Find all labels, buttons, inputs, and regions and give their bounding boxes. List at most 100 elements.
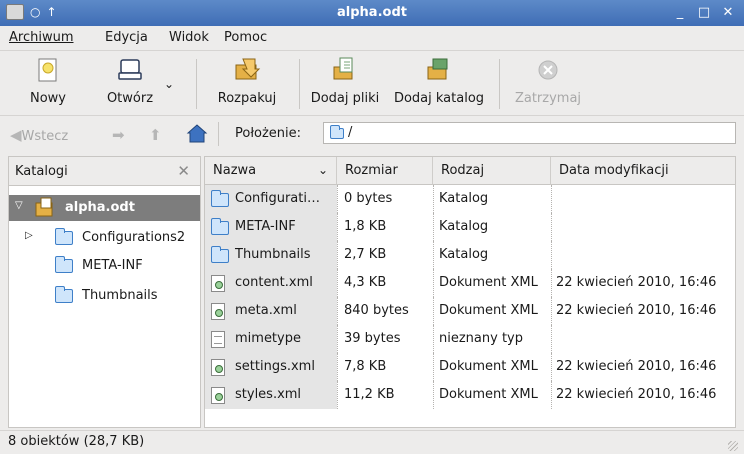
open-recent-dropdown[interactable]: ⌄ [160,57,180,115]
folder-icon [211,218,229,235]
column-divider [551,297,552,325]
table-row[interactable]: meta.xml 840 bytes Dokument XML 22 kwiecień… [205,297,735,325]
file-name: styles.xml [235,387,302,402]
new-button[interactable]: Nowy [18,57,78,115]
minimize-button[interactable]: _ [672,4,688,22]
back-label: Wstecz [21,129,69,144]
menu-archive[interactable]: Archiwum [9,30,74,45]
extract-button[interactable]: Rozpakuj [209,57,285,115]
new-archive-icon [38,58,57,82]
location-path-field[interactable]: / [323,122,736,144]
file-name: META-INF [235,219,296,234]
open-button[interactable]: Otwórz [100,57,160,115]
column-divider [433,297,434,325]
status-bar: 8 obiektów (28,7 KB) [0,430,744,454]
column-divider [337,353,338,381]
column-divider [551,353,552,381]
folder-icon [55,228,73,245]
home-icon [186,124,208,143]
open-archive-icon [118,59,142,80]
file-type: Dokument XML [439,275,538,290]
column-divider [433,269,434,297]
window-controls: _ □ ✕ [672,4,736,22]
column-divider [433,185,434,213]
table-row[interactable]: Configurati… 0 bytes Katalog [205,185,735,213]
column-header-size[interactable]: Rozmiar [337,157,433,185]
add-folder-button[interactable]: Dodaj katalog [389,57,489,115]
file-size: 4,3 KB [344,275,387,290]
tree-item-label: Configurations2 [82,230,186,245]
column-divider [433,213,434,241]
sort-descending-icon: ⌄ [317,163,328,177]
tree-item-meta-inf[interactable]: META-INF [9,253,200,279]
close-panel-icon[interactable]: ✕ [177,162,190,180]
xml-file-icon [211,359,225,376]
table-row[interactable]: mimetype 39 bytes nieznany typ [205,325,735,353]
stop-button[interactable]: Zatrzymaj [507,57,589,115]
folder-icon [211,246,229,263]
toolbar-separator [299,59,300,109]
column-header-name[interactable]: Nazwa ⌄ [205,157,337,185]
folders-panel-title: Katalogi [15,164,68,179]
column-header-label: Nazwa [213,163,257,178]
location-label: Położenie: [235,126,302,141]
resize-grip[interactable] [728,441,738,451]
back-button[interactable]: ◀Wstecz [10,126,68,144]
expander-open-icon: ▽ [15,200,23,211]
column-divider [551,241,552,269]
file-name: settings.xml [235,359,315,374]
file-name: meta.xml [235,303,297,318]
menu-bar: Archiwum Edycja Widok Pomoc [0,26,744,51]
close-button[interactable]: ✕ [720,4,736,22]
folders-panel-header: Katalogi ✕ [9,157,200,186]
home-button[interactable] [186,123,208,147]
column-divider [337,297,338,325]
xml-file-icon [211,387,225,404]
column-divider [433,241,434,269]
menu-edit[interactable]: Edycja [105,30,148,45]
title-bar: ○ ↑ alpha.odt _ □ ✕ [0,0,744,26]
add-files-icon [333,57,353,80]
table-row[interactable]: Thumbnails 2,7 KB Katalog [205,241,735,269]
column-header-date[interactable]: Data modyfikacji [551,157,735,185]
up-arrow-icon[interactable]: ⬆ [149,126,162,144]
toolbar: Nowy Otwórz ⌄ Rozpakuj Dodaj pliki Dodaj… [0,51,744,116]
tree-item-thumbnails[interactable]: Thumbnails [9,283,200,309]
tree-item-label: Thumbnails [82,288,158,303]
menu-help[interactable]: Pomoc [224,30,267,45]
add-folder-label: Dodaj katalog [393,91,485,106]
folder-icon [211,190,229,207]
column-divider [551,213,552,241]
file-type: Dokument XML [439,359,538,374]
folders-panel: Katalogi ✕ ▽ alpha.odt ▷ Configurations2… [8,156,201,428]
tree-item-configurations2[interactable]: ▷ Configurations2 [9,225,200,251]
table-row[interactable]: styles.xml 11,2 KB Dokument XML 22 kwiecień… [205,381,735,409]
chevron-down-icon: ⌄ [164,77,175,91]
status-text: 8 obiektów (28,7 KB) [8,434,145,449]
forward-arrow-icon[interactable]: ➡ [112,126,125,144]
column-header-type[interactable]: Rodzaj [433,157,551,185]
table-row[interactable]: content.xml 4,3 KB Dokument XML 22 kwiecień… [205,269,735,297]
arrow-left-icon: ◀ [10,126,22,144]
file-type: Dokument XML [439,387,538,402]
maximize-button[interactable]: □ [696,4,712,22]
tree-item-root[interactable]: ▽ alpha.odt [9,195,200,221]
file-size: 0 bytes [344,191,393,206]
table-row[interactable]: settings.xml 7,8 KB Dokument XML 22 kwiecie… [205,353,735,381]
column-divider [551,325,552,353]
file-type: Katalog [439,247,489,262]
file-type: Katalog [439,219,489,234]
add-files-button[interactable]: Dodaj pliki [304,57,386,115]
column-divider [337,325,338,353]
xml-file-icon [211,303,225,320]
new-label: Nowy [29,91,66,106]
add-folder-icon [427,58,448,80]
menu-view[interactable]: Widok [169,30,209,45]
column-header-label: Rodzaj [441,163,485,178]
window-title: alpha.odt [337,5,407,20]
file-name: Configurati… [235,191,320,206]
file-date: 22 kwiecień 2010, 16:46 [556,303,717,318]
table-row[interactable]: META-INF 1,8 KB Katalog [205,213,735,241]
file-type: nieznany typ [439,331,523,346]
toolbar-separator [196,59,197,109]
